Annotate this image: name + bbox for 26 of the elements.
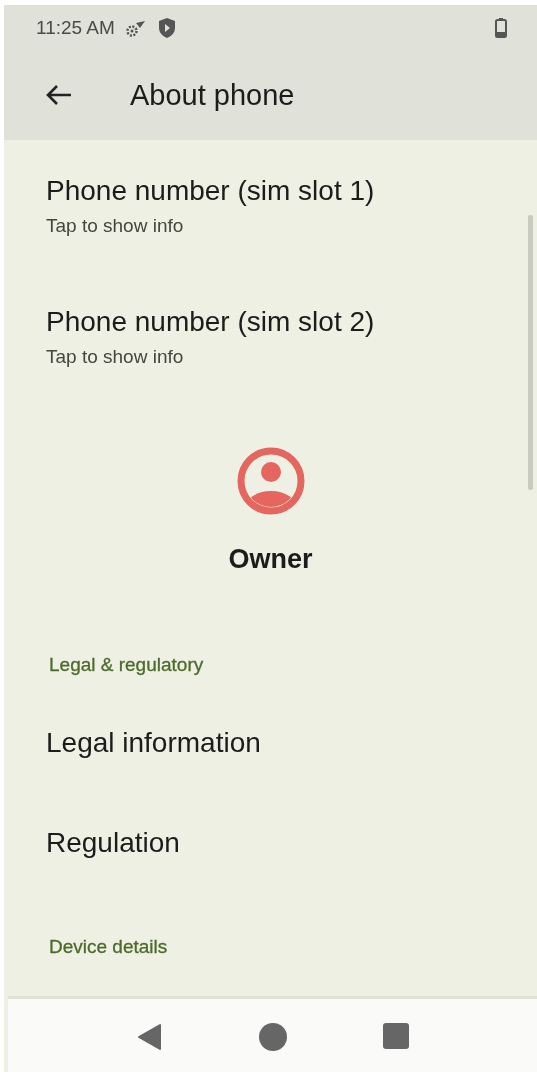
back-arrow-icon [44, 83, 72, 107]
preference-title: Legal information [46, 726, 261, 760]
scrollbar[interactable] [528, 215, 533, 490]
preference-item[interactable]: Legal information [4, 693, 537, 793]
back-nav-button[interactable] [136, 1023, 163, 1051]
preference-item[interactable]: Regulation [4, 793, 537, 893]
preference-title: Phone number (sim slot 1) [46, 174, 375, 208]
home-circle-icon [258, 1023, 287, 1051]
preference-summary: Tap to show info [46, 345, 185, 369]
home-nav-button[interactable] [258, 1023, 287, 1051]
status-time: 11:25 AM [36, 16, 115, 39]
recents-square-icon [382, 1023, 409, 1049]
preference-item[interactable]: Phone number (sim slot 1) Tap to show info [4, 140, 537, 271]
preference-title: Regulation [46, 826, 180, 860]
preference-item[interactable]: Phone number (sim slot 2) Tap to show info [4, 271, 537, 402]
owner-name: Owner [228, 543, 313, 576]
account-circle-icon[interactable] [236, 447, 305, 515]
shield-icon [156, 16, 177, 39]
back-triangle-icon [136, 1023, 163, 1051]
preference-summary: Tap to show info [46, 214, 185, 238]
category-header: Legal & regulatory [49, 654, 204, 675]
screen-title: About phone [130, 78, 295, 112]
recents-nav-button[interactable] [382, 1023, 409, 1049]
preference-title: Phone number (sim slot 2) [46, 305, 375, 339]
category-header: Device details [49, 936, 168, 957]
battery-icon [495, 17, 507, 38]
